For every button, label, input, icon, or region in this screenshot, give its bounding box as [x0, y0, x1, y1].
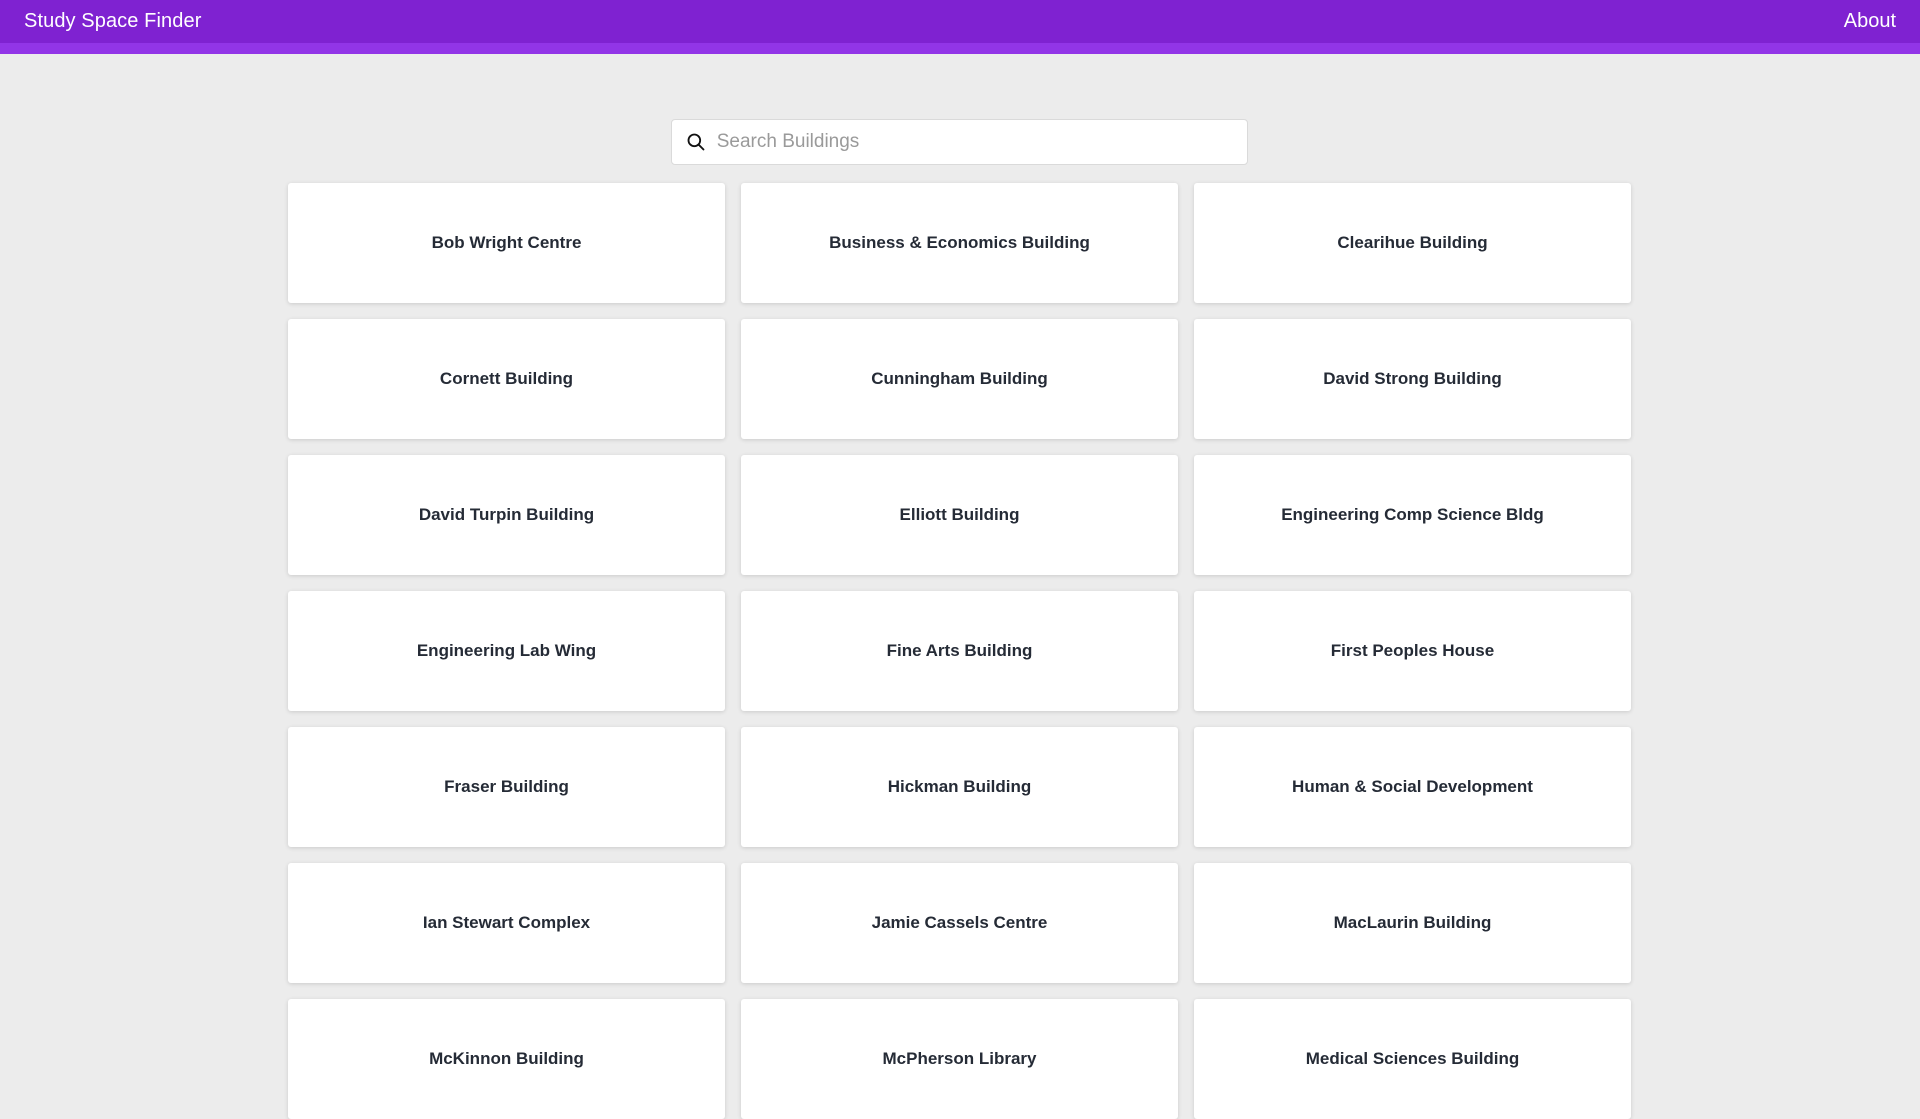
building-card[interactable]: Clearihue Building [1194, 183, 1631, 303]
building-card[interactable]: David Turpin Building [288, 455, 725, 575]
building-card[interactable]: Bob Wright Centre [288, 183, 725, 303]
building-card[interactable]: Elliott Building [741, 455, 1178, 575]
building-card[interactable]: Business & Economics Building [741, 183, 1178, 303]
building-card[interactable]: McPherson Library [741, 999, 1178, 1119]
building-card[interactable]: Hickman Building [741, 727, 1178, 847]
building-card[interactable]: Engineering Lab Wing [288, 591, 725, 711]
building-card[interactable]: MacLaurin Building [1194, 863, 1631, 983]
app-title[interactable]: Study Space Finder [24, 10, 201, 33]
building-card[interactable]: Medical Sciences Building [1194, 999, 1631, 1119]
building-card[interactable]: Engineering Comp Science Bldg [1194, 455, 1631, 575]
building-card[interactable]: Fine Arts Building [741, 591, 1178, 711]
search-box[interactable] [671, 119, 1248, 165]
building-card[interactable]: Ian Stewart Complex [288, 863, 725, 983]
building-card[interactable]: Human & Social Development [1194, 727, 1631, 847]
building-card[interactable]: Cornett Building [288, 319, 725, 439]
building-card[interactable]: First Peoples House [1194, 591, 1631, 711]
building-card[interactable]: McKinnon Building [288, 999, 725, 1119]
search-icon [686, 131, 707, 153]
building-card[interactable]: Jamie Cassels Centre [741, 863, 1178, 983]
building-card[interactable]: Cunningham Building [741, 319, 1178, 439]
top-navigation-bar: Study Space Finder About [0, 0, 1920, 54]
building-grid: Bob Wright Centre Business & Economics B… [288, 183, 1632, 1119]
about-link[interactable]: About [1844, 10, 1896, 33]
search-input[interactable] [714, 130, 1247, 154]
building-card[interactable]: David Strong Building [1194, 319, 1631, 439]
building-card[interactable]: Fraser Building [288, 727, 725, 847]
